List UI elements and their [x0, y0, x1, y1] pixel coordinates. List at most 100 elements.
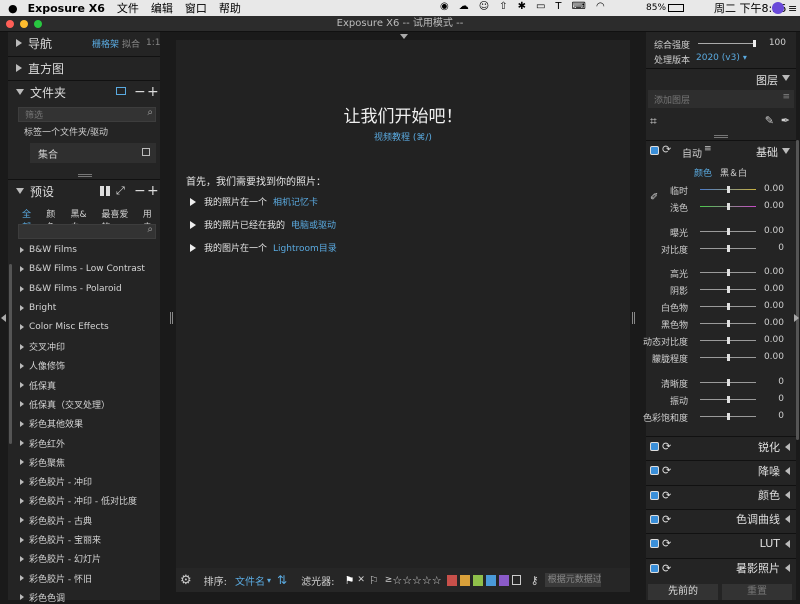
- star-filter[interactable]: ☆☆☆☆☆: [392, 574, 441, 587]
- slider-knob[interactable]: [727, 245, 730, 252]
- preset-item[interactable]: 彩色红外: [20, 436, 65, 450]
- slider-knob[interactable]: [727, 286, 730, 293]
- slider-track[interactable]: [700, 269, 756, 276]
- folders-header[interactable]: 文件夹 − +: [8, 81, 160, 103]
- slider-track[interactable]: [700, 186, 756, 193]
- expand-icon[interactable]: [785, 491, 790, 500]
- slider-knob[interactable]: [727, 303, 730, 310]
- upload-icon[interactable]: ⇧: [499, 1, 507, 12]
- color-label-filter[interactable]: [498, 574, 509, 586]
- metadata-filter-input[interactable]: 根据元数据过: [544, 573, 601, 587]
- slider-track[interactable]: [700, 203, 756, 210]
- sort-dropdown[interactable]: 文件名: [235, 573, 265, 588]
- slider-track[interactable]: [700, 413, 756, 420]
- preset-item[interactable]: 彩色胶片 - 幻灯片: [20, 552, 101, 566]
- slider-knob[interactable]: [727, 320, 730, 327]
- presets-header[interactable]: 预设 ⤢ − +: [8, 180, 160, 202]
- keyboard-icon[interactable]: ⌨: [572, 1, 586, 12]
- slider-knob[interactable]: [727, 379, 730, 386]
- preset-item[interactable]: Bright: [20, 301, 56, 315]
- preset-item[interactable]: B&W Films - Low Contrast: [20, 262, 145, 276]
- slider-knob[interactable]: [727, 186, 730, 193]
- slider-knob[interactable]: [727, 337, 730, 344]
- menu-file[interactable]: 文件: [117, 0, 139, 16]
- minimize-window-button[interactable]: [20, 20, 28, 28]
- tab-bw[interactable]: 黑＆白: [720, 166, 747, 179]
- crop-icon[interactable]: ⌗: [650, 114, 657, 129]
- monitor-icon[interactable]: [116, 87, 126, 95]
- navigator-header[interactable]: 导航 栅格架 拟合 1:1: [8, 32, 160, 54]
- preset-item[interactable]: 彩色其他效果: [20, 417, 83, 431]
- no-color-filter[interactable]: [511, 575, 521, 585]
- wifi-icon[interactable]: ◠: [596, 1, 605, 12]
- reject-icon[interactable]: ✕: [357, 575, 365, 585]
- reset-icon[interactable]: ⟳: [662, 143, 671, 156]
- slider-knob[interactable]: [727, 413, 730, 420]
- remove-preset-icon[interactable]: −: [134, 183, 146, 199]
- panel-splitter[interactable]: [714, 135, 728, 138]
- battery-icon[interactable]: [668, 4, 684, 12]
- cloud-icon[interactable]: ☁: [459, 1, 469, 12]
- slider-track[interactable]: [700, 396, 756, 403]
- slider-knob[interactable]: [753, 40, 756, 47]
- basic-collapse-icon[interactable]: [782, 148, 790, 154]
- close-window-button[interactable]: [6, 20, 14, 28]
- preset-item[interactable]: 彩色色调: [20, 590, 65, 604]
- slider-track[interactable]: [700, 354, 756, 361]
- option-link[interactable]: Lightroom目录: [273, 241, 337, 254]
- slider-track[interactable]: [700, 337, 756, 344]
- version-dropdown[interactable]: 2020 (v3) ▾: [696, 53, 747, 63]
- left-splitter[interactable]: [170, 312, 173, 324]
- section-toggle[interactable]: [650, 442, 659, 451]
- source-option[interactable]: 我的照片在一个 相机记忆卡: [190, 195, 318, 208]
- option-link[interactable]: 相机记忆卡: [273, 195, 318, 208]
- slider-track[interactable]: [700, 228, 756, 235]
- remove-folder-icon[interactable]: −: [134, 84, 146, 100]
- basic-toggle[interactable]: [650, 146, 659, 155]
- preset-item[interactable]: 彩色胶片 - 古典: [20, 513, 92, 527]
- basic-header[interactable]: ⟳ 自动 ≡ 基础: [646, 142, 796, 160]
- adjustment-section-header[interactable]: ⟳ 暑影照片: [646, 557, 796, 578]
- zoom-window-button[interactable]: [34, 20, 42, 28]
- color-label-filter[interactable]: [472, 574, 483, 586]
- panel-splitter[interactable]: [78, 174, 92, 177]
- slider-track[interactable]: [700, 245, 756, 252]
- preset-item[interactable]: B&W Films - Polaroid: [20, 282, 122, 296]
- expand-icon[interactable]: [785, 466, 790, 475]
- collection-icon[interactable]: [142, 148, 150, 156]
- preset-item[interactable]: 彩色聚焦: [20, 455, 65, 469]
- preset-item[interactable]: 彩色胶片 - 冲印 - 低对比度: [20, 494, 137, 508]
- adjustment-section-header[interactable]: ⟳ 降噪: [646, 460, 796, 480]
- section-toggle[interactable]: [650, 490, 659, 500]
- slider-knob[interactable]: [727, 396, 730, 403]
- slider-knob[interactable]: [727, 203, 730, 210]
- grid-view-icon[interactable]: [100, 186, 110, 196]
- menu-icon[interactable]: ≡: [704, 144, 712, 154]
- bluetooth-icon[interactable]: ✱: [518, 1, 526, 12]
- section-toggle[interactable]: [650, 466, 659, 476]
- pen-icon[interactable]: ✒: [781, 114, 790, 127]
- source-option[interactable]: 我的照片已经在我的 电脑或驱动: [190, 218, 336, 231]
- preset-item[interactable]: 交叉冲印: [20, 340, 65, 354]
- left-collapse-icon[interactable]: [1, 314, 6, 322]
- folders-filter[interactable]: ⌕: [18, 107, 156, 123]
- expand-icon[interactable]: [785, 564, 790, 572]
- status-icon[interactable]: ◉: [440, 1, 449, 12]
- histogram-header[interactable]: 直方图: [8, 57, 160, 79]
- section-toggle[interactable]: [650, 514, 659, 524]
- slider-track[interactable]: [700, 303, 756, 310]
- flag-icon[interactable]: ⚑: [344, 574, 354, 587]
- menu-app-name[interactable]: Exposure X6: [28, 2, 105, 15]
- adjustment-section-header[interactable]: ⟳ 色调曲线: [646, 508, 796, 529]
- add-layer-button[interactable]: 添加图层 ≡: [648, 90, 794, 108]
- preset-item[interactable]: 彩色胶片 - 冲印: [20, 475, 92, 489]
- folders-filter-input[interactable]: [19, 109, 137, 123]
- unflag-icon[interactable]: ⚐: [369, 574, 379, 587]
- color-label-filter[interactable]: [485, 574, 496, 586]
- slider-knob[interactable]: [727, 228, 730, 235]
- option-link[interactable]: 电脑或驱动: [291, 218, 336, 231]
- adjustment-section-header[interactable]: ⟳ 锐化: [646, 436, 796, 456]
- color-label-filter[interactable]: [446, 574, 457, 586]
- reset-icon[interactable]: ⟳: [662, 513, 671, 526]
- apple-icon[interactable]: ●: [8, 2, 18, 15]
